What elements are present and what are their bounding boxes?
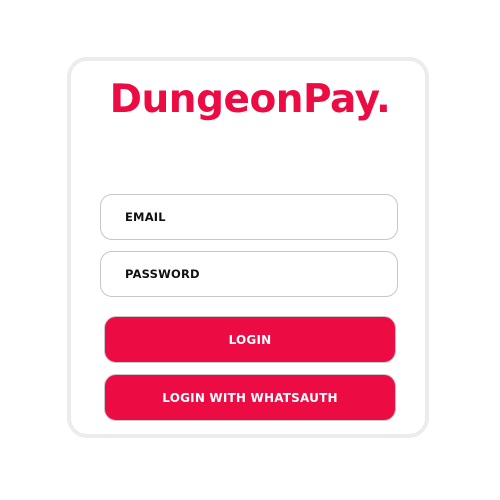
password-placeholder: PASSWORD (125, 267, 200, 281)
login-button[interactable]: LOGIN (104, 316, 396, 363)
login-with-whatsauth-button[interactable]: LOGIN WITH WHATSAUTH (104, 374, 396, 421)
email-placeholder: EMAIL (125, 210, 166, 224)
brand-logo: DungeonPay. (109, 77, 391, 122)
password-field[interactable]: PASSWORD (100, 251, 398, 297)
email-field[interactable]: EMAIL (100, 194, 398, 240)
